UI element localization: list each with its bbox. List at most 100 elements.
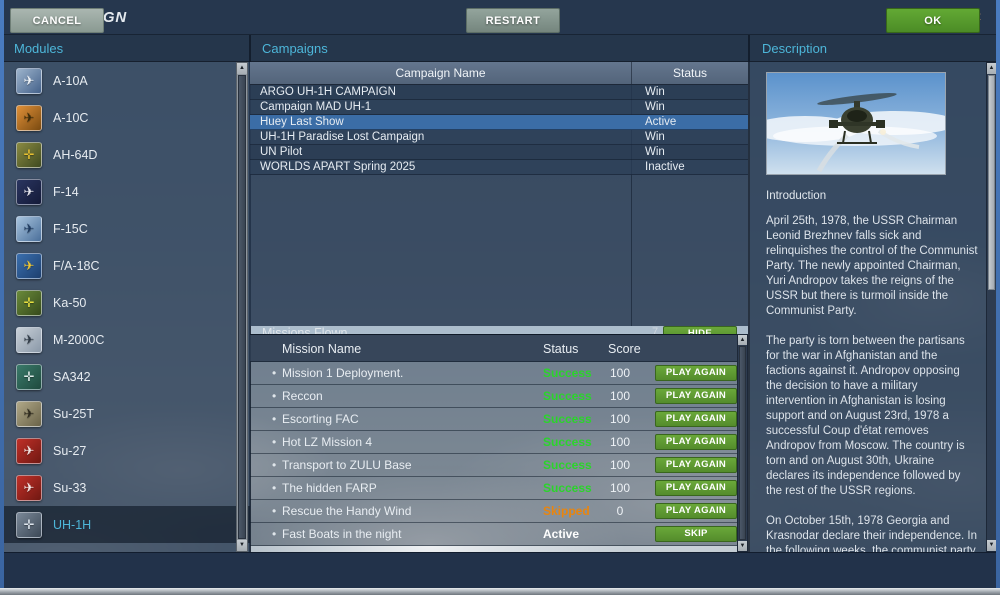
mission-status-column-header: Status xyxy=(543,342,579,356)
campaign-row[interactable]: WORLDS APART Spring 2025 Inactive xyxy=(250,160,748,175)
bullet-icon: • xyxy=(272,389,277,403)
mission-row[interactable]: • Reccon Success 100 PLAY AGAIN xyxy=(250,385,737,408)
a-10a-module-icon: ✈ xyxy=(16,67,42,94)
module-label: AH-64D xyxy=(53,147,98,162)
module-list-item[interactable]: ✈ M-2000C xyxy=(4,321,250,358)
bullet-icon: • xyxy=(272,412,277,426)
window-frame-left xyxy=(0,0,4,595)
section-header-strip xyxy=(4,35,996,62)
su-33-module-icon: ✈ xyxy=(16,474,42,501)
scroll-down-icon[interactable]: ▼ xyxy=(738,541,747,551)
mission-score: 100 xyxy=(609,458,631,472)
bullet-icon: • xyxy=(272,481,277,495)
campaign-status: Win xyxy=(645,131,665,143)
mission-row[interactable]: • Fast Boats in the night Active SKIP xyxy=(250,523,737,546)
bullet-icon: • xyxy=(272,504,277,518)
mission-row[interactable]: • Escorting FAC Success 100 PLAY AGAIN xyxy=(250,408,737,431)
mission-row[interactable]: • Rescue the Handy Wind Skipped 0 PLAY A… xyxy=(250,500,737,523)
scroll-down-icon[interactable]: ▼ xyxy=(987,540,996,551)
campaign-name: UN Pilot xyxy=(260,146,303,158)
module-label: F/A-18C xyxy=(53,258,100,273)
bullet-icon: • xyxy=(272,527,277,541)
campaign-name: WORLDS APART Spring 2025 xyxy=(260,161,416,173)
mission-score: 100 xyxy=(609,389,631,403)
campaign-name: UH-1H Paradise Lost Campaign xyxy=(260,131,425,143)
mission-score-column-header: Score xyxy=(608,342,641,356)
bullet-icon: • xyxy=(272,458,277,472)
campaign-name: ARGO UH-1H CAMPAIGN xyxy=(260,86,396,98)
module-list-item[interactable]: ✈ Su-33 xyxy=(4,469,250,506)
mission-action-button[interactable]: SKIP xyxy=(655,526,737,542)
scroll-up-icon[interactable]: ▲ xyxy=(738,335,747,345)
footer-bar xyxy=(4,552,996,588)
description-scrollbar-thumb[interactable] xyxy=(988,75,995,290)
module-list-item[interactable]: ✛ Ka-50 xyxy=(4,284,250,321)
description-section-label: Description xyxy=(762,41,828,56)
modules-section-label: Modules xyxy=(14,41,64,56)
missions-table-body: • Mission 1 Deployment. Success 100 PLAY… xyxy=(250,362,737,546)
modules-scrollbar[interactable]: ▲ ▼ xyxy=(236,62,248,552)
campaign-row[interactable]: Huey Last Show Active xyxy=(250,115,748,130)
restart-button[interactable]: RESTART xyxy=(466,8,560,33)
missions-flown-label: Missions Flown xyxy=(262,326,348,334)
module-list-item[interactable]: ✈ F/A-18C xyxy=(4,247,250,284)
modules-scrollbar-thumb[interactable] xyxy=(238,75,246,539)
su-27-module-icon: ✈ xyxy=(16,437,42,464)
campaign-name: Huey Last Show xyxy=(260,116,344,128)
module-list-item[interactable]: ✛ UH-1H xyxy=(4,506,250,543)
modules-list: ✈ A-10A ✈ A-10C ✛ AH-64D ✈ F-14 ✈ F-15C … xyxy=(4,62,250,552)
campaigns-table-body: ARGO UH-1H CAMPAIGN Win Campaign MAD UH-… xyxy=(250,85,748,175)
module-list-item[interactable]: ✈ Su-25T xyxy=(4,395,250,432)
mission-name: Reccon xyxy=(282,389,323,403)
campaign-status: Inactive xyxy=(645,161,685,173)
ka-50-module-icon: ✛ xyxy=(16,289,42,316)
mission-action-button[interactable]: PLAY AGAIN xyxy=(655,434,737,450)
mission-row[interactable]: • The hidden FARP Success 100 PLAY AGAIN xyxy=(250,477,737,500)
mission-action-button[interactable]: PLAY AGAIN xyxy=(655,503,737,519)
mission-score: 100 xyxy=(609,435,631,449)
f-14-module-icon: ✈ xyxy=(16,178,42,205)
mission-action-button[interactable]: PLAY AGAIN xyxy=(655,411,737,427)
missions-table-header: Mission Name Status Score xyxy=(250,334,748,362)
m-2000c-module-icon: ✈ xyxy=(16,326,42,353)
cancel-button[interactable]: CANCEL xyxy=(10,8,104,33)
module-list-item[interactable]: ✈ F-15C xyxy=(4,210,250,247)
campaign-row[interactable]: UH-1H Paradise Lost Campaign Win xyxy=(250,130,748,145)
mission-status: Success xyxy=(543,412,592,426)
module-label: Ka-50 xyxy=(53,295,87,310)
mission-action-button[interactable]: PLAY AGAIN xyxy=(655,457,737,473)
module-label: F-14 xyxy=(53,184,79,199)
campaign-row[interactable]: Campaign MAD UH-1 Win xyxy=(250,100,748,115)
module-list-item[interactable]: ✈ Su-27 xyxy=(4,432,250,469)
scroll-up-icon[interactable]: ▲ xyxy=(237,63,247,74)
mission-status: Success xyxy=(543,458,592,472)
campaign-cover-image xyxy=(750,72,957,175)
window-frame-right xyxy=(996,0,1000,595)
scroll-down-icon[interactable]: ▼ xyxy=(237,540,247,551)
scroll-up-icon[interactable]: ▲ xyxy=(987,63,996,74)
description-paragraph: The party is torn between the partisans … xyxy=(766,335,965,497)
mission-row[interactable]: • Transport to ZULU Base Success 100 PLA… xyxy=(250,454,737,477)
module-list-item[interactable]: ✛ SA342 xyxy=(4,358,250,395)
bullet-icon: • xyxy=(272,366,277,380)
campaign-row[interactable]: ARGO UH-1H CAMPAIGN Win xyxy=(250,85,748,100)
campaign-status: Win xyxy=(645,146,665,158)
module-list-item[interactable]: ✈ A-10A xyxy=(4,62,250,99)
module-list-item[interactable]: ✈ F-14 xyxy=(4,173,250,210)
mission-action-button[interactable]: PLAY AGAIN xyxy=(655,365,737,381)
module-label: A-10C xyxy=(53,110,89,125)
missions-scrollbar[interactable]: ▲ ▼ xyxy=(737,334,748,552)
missions-scrollbar-thumb[interactable] xyxy=(739,346,746,540)
missions-flown-header-clipped: Missions Flown 7 HIDE xyxy=(250,326,748,334)
a-10c-module-icon: ✈ xyxy=(16,104,42,131)
mission-row[interactable]: • Hot LZ Mission 4 Success 100 PLAY AGAI… xyxy=(250,431,737,454)
mission-row[interactable]: • Mission 1 Deployment. Success 100 PLAY… xyxy=(250,362,737,385)
module-list-item[interactable]: ✈ A-10C xyxy=(4,99,250,136)
module-list-item[interactable]: ✛ AH-64D xyxy=(4,136,250,173)
campaigns-table-header: Campaign Name Status xyxy=(250,62,748,85)
hide-button[interactable]: HIDE xyxy=(663,326,737,334)
mission-action-button[interactable]: PLAY AGAIN xyxy=(655,480,737,496)
ok-button[interactable]: OK xyxy=(886,8,980,33)
campaign-row[interactable]: UN Pilot Win xyxy=(250,145,748,160)
mission-action-button[interactable]: PLAY AGAIN xyxy=(655,388,737,404)
